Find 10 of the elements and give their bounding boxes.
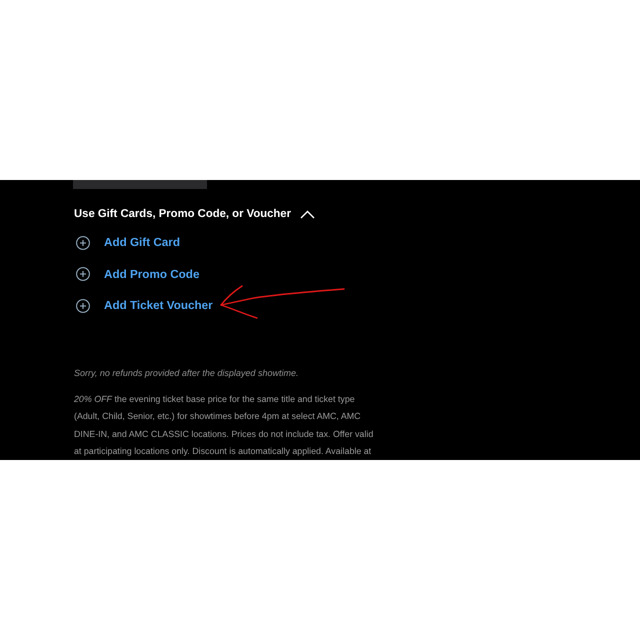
add-icon: [76, 267, 90, 282]
section-title: Use Gift Cards, Promo Code, or Voucher: [74, 208, 291, 220]
add-icon: [76, 298, 90, 313]
add-link[interactable]: Add Ticket Voucher: [104, 299, 213, 312]
offer-text: 20% OFF the evening ticket base price for the same title and ticket type (Adult, Child, Senior, etc.) for showtimes before 4pm at select AMC, AMC DINE-IN, and AMC CLASSIC locations. Prices do not include tax. Offer valid at participating locations only. Discount is automatically applied. Available at: [74, 392, 374, 458]
refund-note: Sorry, no refunds provided after the displayed showtime.: [74, 366, 298, 380]
add-link[interactable]: Add Gift Card: [104, 236, 180, 250]
section-toggle[interactable]: Use Gift Cards, Promo Code, or Voucher: [74, 206, 315, 222]
add-icon: [76, 236, 90, 250]
add-link[interactable]: Add Promo Code: [104, 268, 200, 281]
